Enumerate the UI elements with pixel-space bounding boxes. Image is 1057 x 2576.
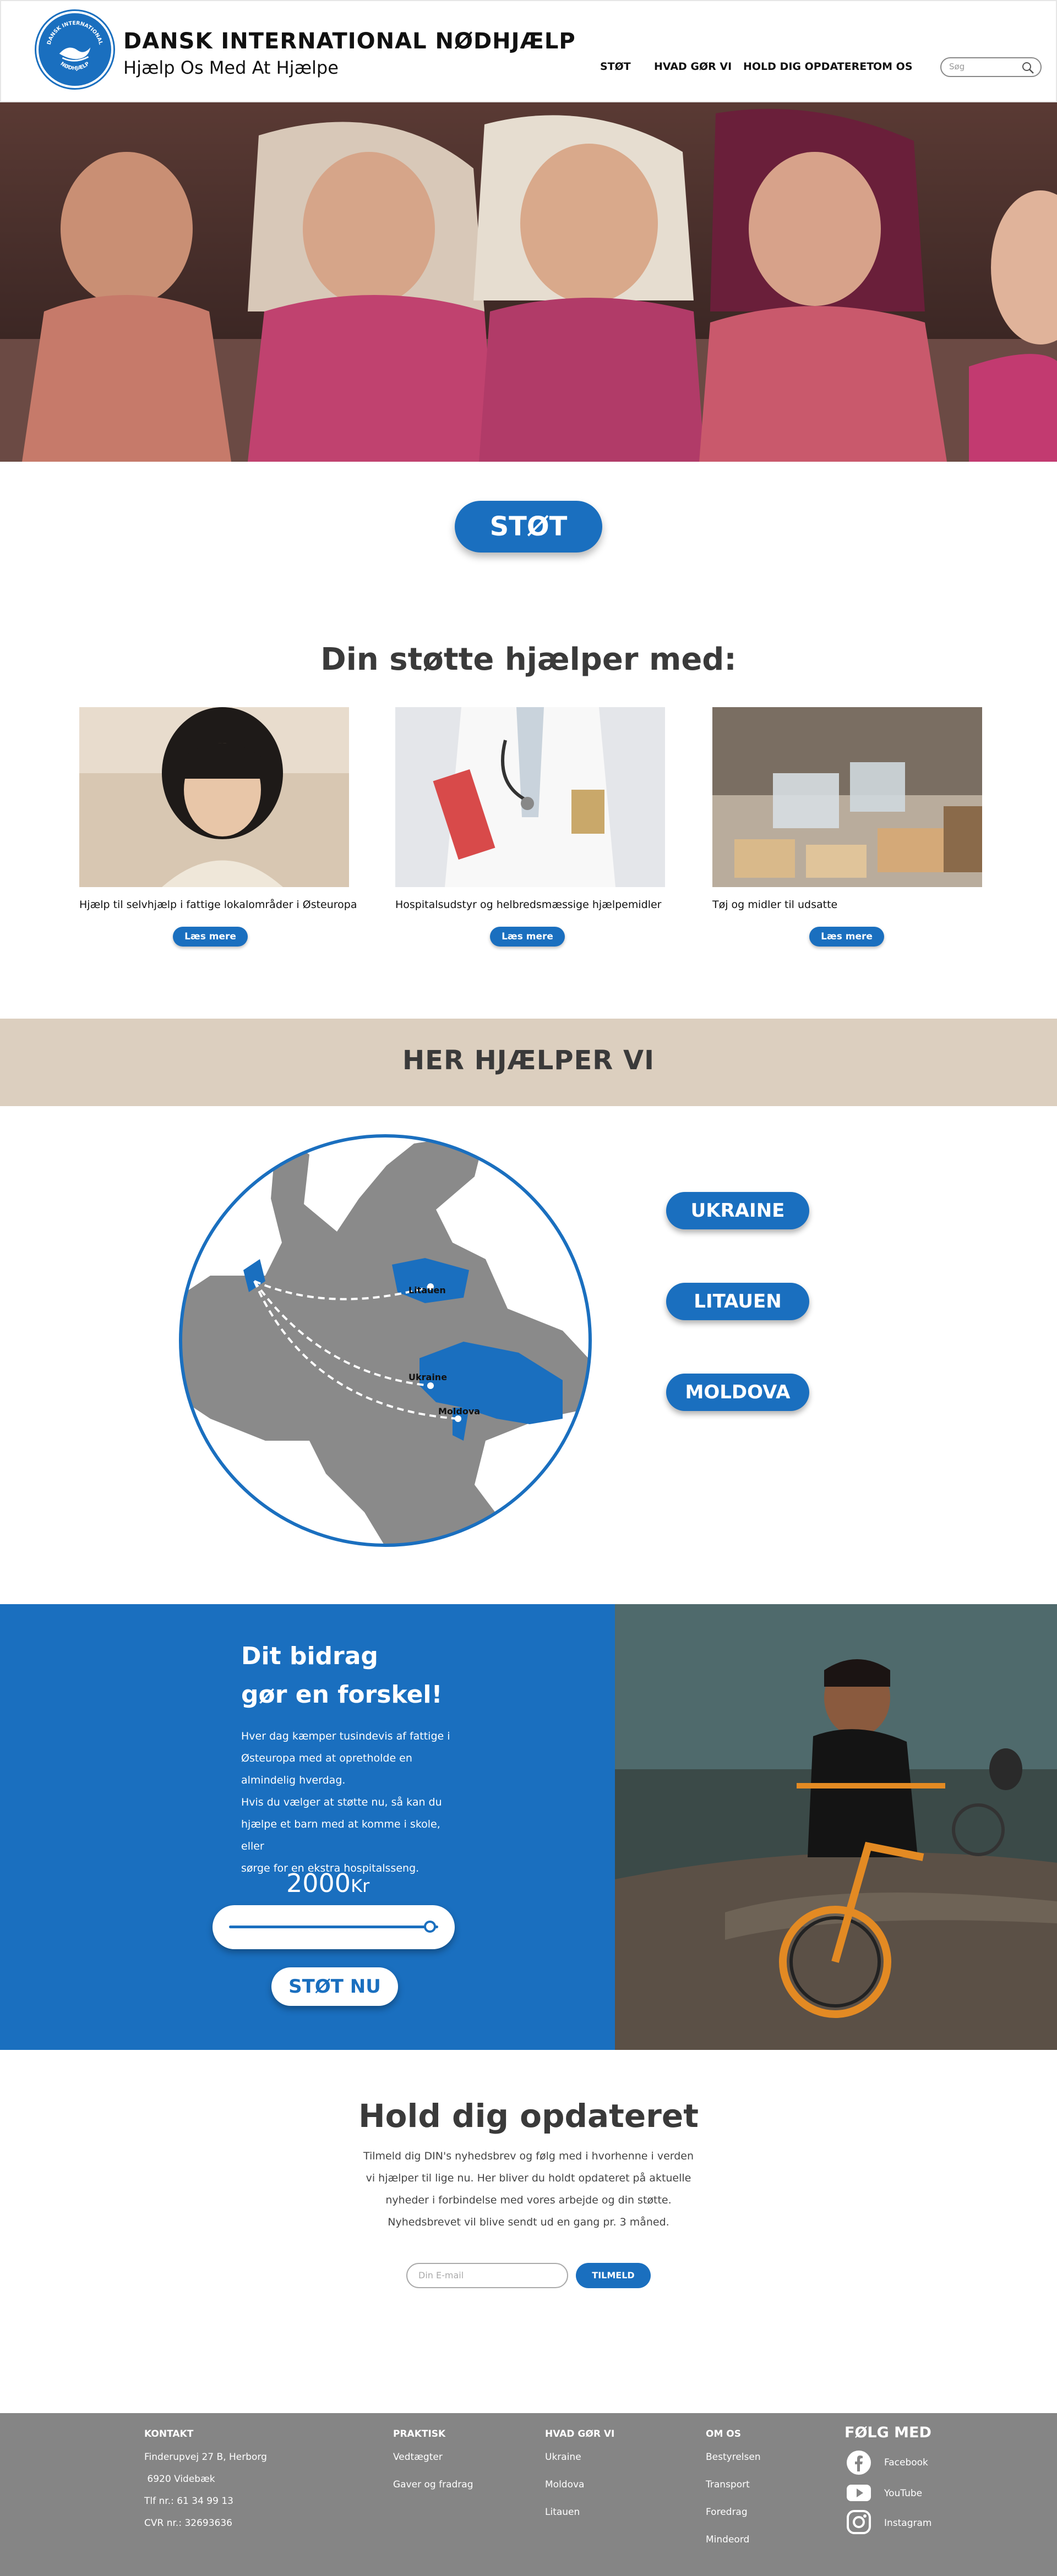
hero-image: [0, 102, 1057, 462]
footer-follow-title: FØLG MED: [844, 2424, 931, 2441]
read-more-button-1[interactable]: Læs mere: [173, 927, 248, 947]
newsletter-body-line: vi hjælper til lige nu. Her bliver du ho…: [366, 2172, 691, 2184]
youtube-icon[interactable]: [846, 2479, 872, 2506]
site-header: DANSK INTERNATIONAL NØDHJÆLP DANSK INTER…: [0, 0, 1057, 102]
footer-link-ukraine[interactable]: Ukraine: [545, 2452, 581, 2463]
donation-amount-value: 2000: [286, 1868, 351, 1898]
search-box: [940, 57, 1042, 77]
site-footer: KONTAKT Finderupvej 27 B, Herborg 6920 V…: [0, 2413, 1057, 2576]
support-title: Din støtte hjælper med:: [320, 642, 737, 677]
newsletter-body-line: nyheder i forbindelse med vores arbejde …: [385, 2194, 672, 2206]
footer-link-litauen[interactable]: Litauen: [545, 2507, 580, 2518]
social-label-youtube[interactable]: YouTube: [884, 2488, 922, 2499]
donate-body: Hver dag kæmper tusindevis af fattige i …: [241, 1725, 461, 1879]
donation-amount: 2000Kr: [286, 1868, 369, 1898]
donate-body-line: Hver dag kæmper tusindevis af fattige i: [241, 1730, 450, 1742]
footer-cvr: CVR nr.: 32693636: [144, 2518, 232, 2529]
search-icon[interactable]: [1021, 61, 1035, 75]
support-cta-button[interactable]: STØT: [455, 501, 602, 553]
footer-postcode: 6920 Videbæk: [144, 2474, 215, 2485]
donate-title-line-2: gør en forskel!: [241, 1681, 443, 1709]
boy-on-bike-photo: [615, 1604, 1057, 2050]
read-more-button-3[interactable]: Læs mere: [809, 927, 884, 947]
subscribe-button[interactable]: TILMELD: [576, 2263, 651, 2288]
nav-item-hvad-gor-vi[interactable]: HVAD GØR VI: [654, 61, 732, 73]
donate-body-line: Hvis du vælger at støtte nu, så kan du: [241, 1796, 442, 1808]
card-text-selvhjaelp: Hjælp til selvhjælp i fattige lokalområd…: [79, 899, 357, 911]
footer-address: Finderupvej 27 B, Herborg: [144, 2452, 267, 2463]
facebook-icon[interactable]: [846, 2449, 872, 2476]
read-more-button-2[interactable]: Læs mere: [490, 927, 565, 947]
footer-link-foredrag[interactable]: Foredrag: [706, 2507, 748, 2518]
donate-body-line: hjælpe et barn med at komme i skole, ell…: [241, 1818, 440, 1852]
donate-title-line-1: Dit bidrag: [241, 1642, 378, 1670]
logo[interactable]: DANSK INTERNATIONAL NØDHJÆLP: [36, 11, 113, 88]
donate-title: Dit bidrag gør en forskel!: [241, 1637, 443, 1714]
search-input[interactable]: [949, 62, 1021, 72]
newsletter-body-line: Tilmeld dig DIN's nyhedsbrev og følg med…: [363, 2150, 694, 2162]
map-label-moldova: Moldova: [438, 1406, 480, 1416]
card-image-donations: [712, 707, 982, 887]
donation-amount-unit: Kr: [351, 1875, 370, 1896]
footer-link-gaver[interactable]: Gaver og fradrag: [393, 2479, 473, 2490]
donate-body-line: almindelig hverdag.: [241, 1774, 346, 1786]
footer-link-vedtaegter[interactable]: Vedtægter: [393, 2452, 443, 2463]
donate-body-line: Østeuropa med at opretholde en: [241, 1752, 412, 1764]
card-image-doctor: [395, 707, 665, 887]
social-label-facebook[interactable]: Facebook: [884, 2457, 928, 2468]
donate-now-button[interactable]: STØT NU: [271, 1967, 398, 2006]
country-button-litauen[interactable]: LITAUEN: [666, 1283, 809, 1320]
europe-map: Litauen Ukraine Moldova: [179, 1134, 592, 1547]
donate-section: Dit bidrag gør en forskel! Hver dag kæmp…: [0, 1604, 615, 2050]
card-text-hospital: Hospitalsudstyr og helbredsmæssige hjælp…: [395, 899, 662, 911]
footer-kontakt-title: KONTAKT: [144, 2429, 194, 2440]
slider-track: [229, 1926, 438, 1928]
children-photo: [0, 102, 1057, 462]
map-label-litauen: Litauen: [408, 1285, 446, 1295]
newsletter-title: Hold dig opdateret: [358, 2097, 699, 2135]
footer-link-mindeord[interactable]: Mindeord: [706, 2534, 749, 2545]
card-image-girl: [79, 707, 349, 887]
nav-item-hold-dig-opdateret[interactable]: HOLD DIG OPDATERET: [743, 61, 874, 73]
email-input[interactable]: [418, 2270, 556, 2280]
footer-link-bestyrelsen[interactable]: Bestyrelsen: [706, 2452, 761, 2463]
card-text-toj: Tøj og midler til udsatte: [712, 899, 838, 911]
email-field: [406, 2263, 568, 2288]
donation-slider[interactable]: [213, 1905, 455, 1949]
here-title: HER HJÆLPER VI: [402, 1045, 655, 1076]
newsletter-body-line: Nyhedsbrevet vil blive sendt ud en gang …: [388, 2216, 669, 2228]
nav-item-om-os[interactable]: OM OS: [873, 61, 913, 73]
country-button-ukraine[interactable]: UKRAINE: [666, 1192, 809, 1229]
svg-text:DANSK INTERNATIONAL: DANSK INTERNATIONAL: [46, 20, 104, 46]
footer-phone: Tlf nr.: 61 34 99 13: [144, 2496, 233, 2507]
org-tagline: Hjælp Os Med At Hjælpe: [123, 57, 339, 78]
footer-praktisk-title: PRAKTISK: [393, 2429, 446, 2440]
footer-link-transport[interactable]: Transport: [706, 2479, 750, 2490]
here-band: HER HJÆLPER VI: [0, 1019, 1057, 1106]
org-name: DANSK INTERNATIONAL NØDHJÆLP: [123, 29, 576, 54]
footer-hvad-title: HVAD GØR VI: [545, 2429, 615, 2440]
social-label-instagram[interactable]: Instagram: [884, 2518, 932, 2529]
footer-link-moldova[interactable]: Moldova: [545, 2479, 584, 2490]
logo-emblem-icon: DANSK INTERNATIONAL NØDHJÆLP: [46, 20, 104, 72]
svg-text:NØDHJÆLP: NØDHJÆLP: [59, 61, 91, 72]
nav-item-stot[interactable]: STØT: [600, 61, 631, 73]
newsletter-body: Tilmeld dig DIN's nyhedsbrev og følg med…: [308, 2145, 749, 2233]
slider-handle[interactable]: [423, 1921, 436, 1933]
instagram-icon[interactable]: [846, 2509, 872, 2535]
footer-omos-title: OM OS: [706, 2429, 741, 2440]
country-button-moldova[interactable]: MOLDOVA: [666, 1374, 809, 1411]
map-label-ukraine: Ukraine: [408, 1372, 447, 1382]
